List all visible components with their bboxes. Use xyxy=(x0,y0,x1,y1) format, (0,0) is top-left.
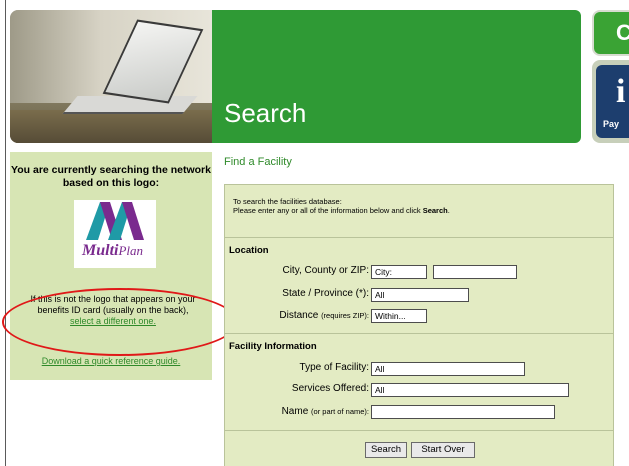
network-heading-line1: You are currently searching the network xyxy=(11,164,211,176)
divider xyxy=(225,237,613,238)
state-label: State / Province (*): xyxy=(282,288,369,299)
multiplan-m-icon xyxy=(86,202,144,240)
window-top-edge xyxy=(0,0,629,4)
services-label: Services Offered: xyxy=(291,383,369,394)
instructions-line2-suffix: . xyxy=(447,206,450,215)
search-button[interactable]: Search xyxy=(365,442,407,458)
name-hint: (or part of name): xyxy=(311,407,369,416)
facility-type-label: Type of Facility: xyxy=(299,362,369,373)
divider xyxy=(225,430,613,431)
network-heading-line2: based on this logo: xyxy=(62,177,160,189)
pay-tile-inner: i Pay xyxy=(596,65,629,138)
form-instructions: To search the facilities database: Pleas… xyxy=(233,197,450,215)
divider xyxy=(225,333,613,334)
tile-top-letter: C xyxy=(616,20,629,45)
banner-title: Search xyxy=(224,98,307,128)
instructions-line1: To search the facilities database: xyxy=(233,197,342,206)
right-tile-top[interactable]: C xyxy=(592,10,629,56)
name-label: Name (or part of name): xyxy=(282,406,369,417)
multiplan-logo-text: MultiPlan xyxy=(82,242,143,260)
facility-type-select[interactable]: All xyxy=(371,362,525,376)
facility-section-label: Facility Information xyxy=(229,341,317,352)
instructions-line2: Please enter any or all of the informati… xyxy=(233,206,450,215)
instructions-line2-prefix: Please enter any or all of the informati… xyxy=(233,206,423,215)
location-section-label: Location xyxy=(229,245,269,256)
highlight-ellipse xyxy=(2,288,238,356)
distance-label: Distance (requires ZIP): xyxy=(279,310,369,321)
network-heading: You are currently searching the network … xyxy=(10,164,212,190)
window-left-edge xyxy=(0,0,6,466)
distance-hint: (requires ZIP): xyxy=(321,311,369,320)
services-select[interactable]: All xyxy=(371,383,569,397)
city-input[interactable]: City: xyxy=(371,265,427,279)
distance-label-text: Distance xyxy=(279,310,319,321)
start-over-button[interactable]: Start Over xyxy=(411,442,475,458)
header-photo xyxy=(10,10,212,143)
logo-text-plan: Plan xyxy=(118,243,144,258)
city-label: City, County or ZIP: xyxy=(282,265,369,276)
right-tile-pay[interactable]: i Pay xyxy=(592,60,629,143)
name-label-text: Name xyxy=(281,406,309,417)
logo-text-multi: Multi xyxy=(82,242,119,259)
reference-guide-link[interactable]: Download a quick reference guide. xyxy=(10,356,212,366)
page-title: Find a Facility xyxy=(224,156,292,168)
photo-couch xyxy=(10,110,212,143)
info-icon: i xyxy=(616,73,626,110)
search-banner: Search xyxy=(212,10,581,143)
facility-search-form: To search the facilities database: Pleas… xyxy=(224,184,614,466)
pay-label: Pay xyxy=(603,119,620,129)
facility-name-input[interactable] xyxy=(371,405,555,419)
laptop-base xyxy=(62,96,198,114)
city-secondary-input[interactable] xyxy=(433,265,517,279)
instructions-search-word: Search xyxy=(422,206,448,215)
multiplan-logo: MultiPlan xyxy=(74,200,156,268)
state-select[interactable]: All xyxy=(371,288,469,302)
distance-select[interactable]: Within... xyxy=(371,309,427,323)
